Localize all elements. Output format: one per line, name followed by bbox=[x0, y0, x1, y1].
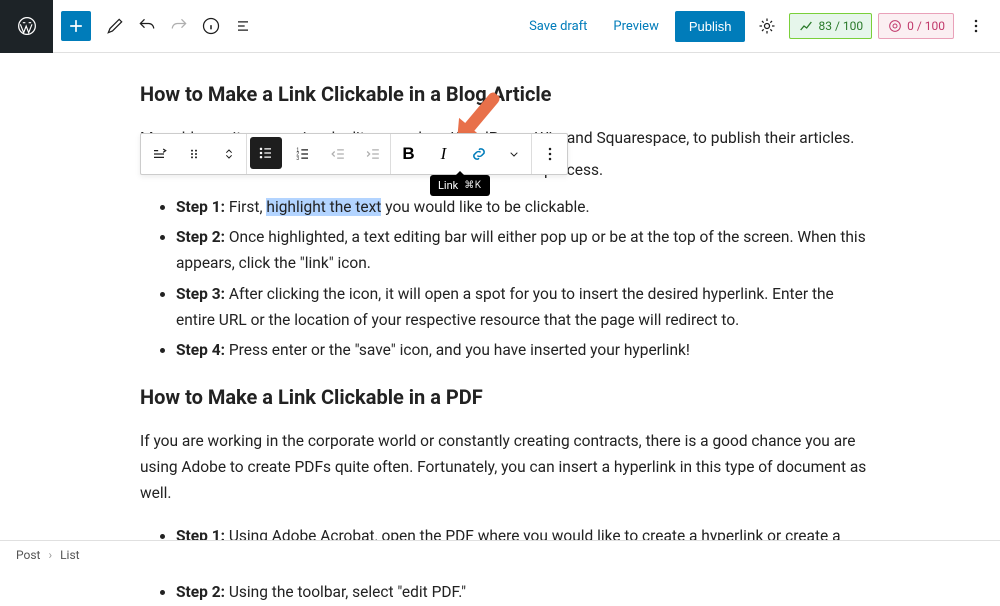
list-item[interactable]: Step 4: Press enter or the "save" icon, … bbox=[176, 337, 870, 363]
outdent-icon bbox=[328, 144, 348, 164]
readability-score-label: 0 / 100 bbox=[907, 19, 945, 33]
undo-icon bbox=[137, 16, 157, 36]
info-icon bbox=[201, 16, 221, 36]
pencil-icon bbox=[105, 16, 125, 36]
readability-score-badge[interactable]: 0 / 100 bbox=[878, 13, 954, 39]
publish-button[interactable]: Publish bbox=[675, 11, 746, 42]
list-item[interactable]: Step 1: First, highlight the text you wo… bbox=[176, 194, 870, 220]
drag-icon bbox=[186, 146, 202, 162]
toolbar-right: Save draft Preview Publish 83 / 100 0 / … bbox=[519, 6, 992, 46]
link-button[interactable] bbox=[461, 134, 496, 174]
toolbar-left bbox=[53, 6, 259, 46]
breadcrumb-post[interactable]: Post bbox=[16, 548, 40, 562]
redo-button[interactable] bbox=[163, 6, 195, 46]
bullet-list-icon bbox=[256, 143, 276, 163]
paragraph-pdf-intro[interactable]: If you are working in the corporate worl… bbox=[140, 428, 870, 507]
target-icon bbox=[887, 18, 903, 34]
svg-text:3: 3 bbox=[296, 156, 299, 162]
svg-text:2: 2 bbox=[296, 152, 299, 158]
breadcrumb: Post › List bbox=[0, 540, 1000, 568]
dropdown-button[interactable] bbox=[496, 134, 531, 174]
gear-icon bbox=[757, 16, 777, 36]
indent-icon bbox=[363, 144, 383, 164]
italic-button[interactable]: I bbox=[426, 134, 461, 174]
edit-mode-button[interactable] bbox=[99, 6, 131, 46]
bold-icon: B bbox=[402, 144, 414, 164]
wordpress-logo[interactable] bbox=[0, 0, 53, 53]
breadcrumb-list[interactable]: List bbox=[60, 548, 80, 562]
bold-button[interactable]: B bbox=[391, 134, 426, 174]
link-tooltip: Link ⌘K bbox=[430, 175, 490, 196]
settings-button[interactable] bbox=[751, 6, 783, 46]
steps-blog-list[interactable]: Step 1: First, highlight the text you wo… bbox=[140, 194, 870, 364]
drag-handle[interactable] bbox=[176, 134, 211, 174]
bullet-list-button[interactable] bbox=[250, 137, 282, 169]
breadcrumb-separator: › bbox=[48, 548, 52, 562]
wordpress-icon bbox=[17, 16, 37, 36]
list-item[interactable]: Step 2: Using the toolbar, select "edit … bbox=[176, 579, 870, 605]
undo-button[interactable] bbox=[131, 6, 163, 46]
chevron-down-icon bbox=[506, 146, 522, 162]
plus-icon bbox=[66, 16, 86, 36]
redo-icon bbox=[169, 16, 189, 36]
info-button[interactable] bbox=[195, 6, 227, 46]
outline-button[interactable] bbox=[227, 6, 259, 46]
seo-score-label: 83 / 100 bbox=[818, 19, 863, 33]
vertical-dots-icon bbox=[966, 16, 986, 36]
add-block-button[interactable] bbox=[61, 11, 91, 41]
outdent-button[interactable] bbox=[320, 134, 355, 174]
vertical-dots-icon bbox=[540, 144, 560, 164]
save-draft-button[interactable]: Save draft bbox=[519, 13, 597, 40]
tooltip-label: Link bbox=[438, 179, 458, 192]
move-up-down-button[interactable] bbox=[211, 134, 246, 174]
editor-top-bar: Save draft Preview Publish 83 / 100 0 / … bbox=[0, 0, 1000, 53]
highlighted-text[interactable]: highlight the text bbox=[266, 198, 381, 216]
sort-icon bbox=[221, 146, 237, 162]
seo-score-badge[interactable]: 83 / 100 bbox=[789, 13, 872, 39]
list-item[interactable]: Step 3: After clicking the icon, it will… bbox=[176, 281, 870, 334]
numbered-list-button[interactable]: 123 bbox=[285, 134, 320, 174]
more-options-button[interactable] bbox=[960, 6, 992, 46]
block-type-button[interactable] bbox=[141, 134, 176, 174]
link-icon bbox=[469, 144, 489, 164]
preview-button[interactable]: Preview bbox=[603, 13, 668, 40]
numbered-list-icon: 123 bbox=[293, 144, 313, 164]
list-item[interactable]: Step 2: Once highlighted, a text editing… bbox=[176, 224, 870, 277]
transform-icon bbox=[149, 144, 169, 164]
chart-up-icon bbox=[798, 18, 814, 34]
block-toolbar: 123 B I bbox=[140, 133, 568, 175]
more-block-options-button[interactable] bbox=[532, 134, 567, 174]
indent-button[interactable] bbox=[355, 134, 390, 174]
svg-text:1: 1 bbox=[296, 148, 299, 154]
outline-icon bbox=[233, 16, 253, 36]
tooltip-shortcut: ⌘K bbox=[464, 180, 481, 191]
heading-pdf[interactable]: How to Make a Link Clickable in a PDF bbox=[140, 380, 870, 414]
italic-icon: I bbox=[441, 144, 447, 164]
